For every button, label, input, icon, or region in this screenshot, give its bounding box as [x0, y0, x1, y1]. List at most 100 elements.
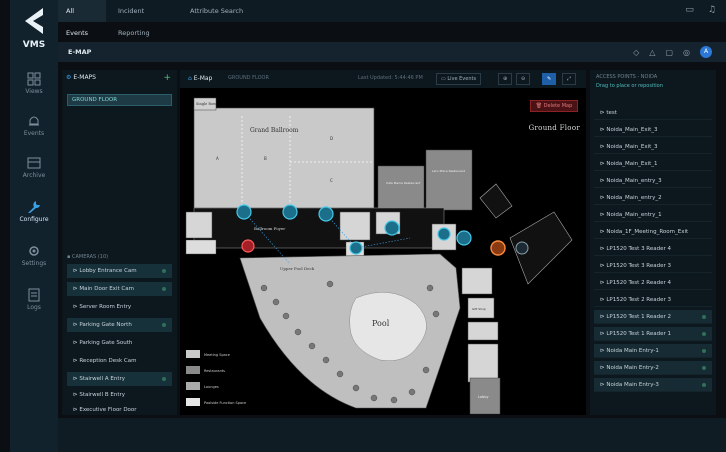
floor-item-ground[interactable]: GROUND FLOOR: [67, 94, 172, 106]
room-upper-pool: Upper Pool Deck: [280, 266, 315, 271]
camera-marker[interactable]: [437, 227, 451, 241]
camera-marker[interactable]: [318, 206, 334, 222]
camera-item[interactable]: ⊳ Server Room Entry: [67, 300, 172, 314]
room-a: A: [216, 156, 219, 161]
edit-icon[interactable]: ✎: [542, 73, 557, 85]
room-grand-ballroom: Grand Ballroom: [250, 127, 299, 134]
camera-item[interactable]: ⊳ Parking Gate North: [67, 318, 172, 332]
access-point-item[interactable]: ⊳ Noida_Main_entry_2: [594, 191, 712, 205]
access-point-item[interactable]: ⊳ LP1520 Test 1 Reader 1: [594, 327, 712, 341]
access-point-item[interactable]: ⊳ test: [594, 106, 712, 120]
legend-meeting: Meeting Space: [204, 353, 230, 357]
map-icon: ⌂: [188, 75, 192, 82]
room-c: C: [330, 178, 333, 183]
chat-icon[interactable]: ▢: [665, 48, 673, 57]
camera-icon: ▪: [67, 254, 71, 260]
rail-label-events: Events: [23, 130, 45, 137]
map-title: ⌂ E-Map: [188, 75, 212, 82]
access-points-hint: Drag to place or reposition: [596, 83, 663, 89]
camera-marker-warning[interactable]: [490, 240, 506, 256]
emaps-title: E-MAPS: [73, 74, 96, 81]
access-point-item[interactable]: ⊳ LP1520 Test 3 Reader 4: [594, 242, 712, 256]
access-point-item[interactable]: ⊳ Noida_1F_Meeting_Room_Exit: [594, 225, 712, 239]
access-point-item[interactable]: ⊳ Noida_Main_entry_3: [594, 174, 712, 188]
camera-item[interactable]: ⊳ Stairwell B Entry: [67, 388, 172, 402]
delete-map-button[interactable]: 🗑 Delete Map: [530, 100, 578, 112]
page-title: E-MAP: [68, 48, 92, 56]
camera-label: Main Door Exit Cam: [79, 286, 134, 292]
status-dot: [162, 287, 166, 291]
zoom-out-icon[interactable]: ⊖: [516, 73, 531, 85]
rail-label-archive: Archive: [22, 172, 46, 179]
access-point-item[interactable]: ⊳ LP1520 Test 1 Reader 2: [594, 310, 712, 324]
rail-item-events[interactable]: Events: [10, 110, 58, 150]
access-points-panel: ACCESS POINTS - NOIDA Drag to place or r…: [590, 70, 716, 415]
fullscreen-icon[interactable]: ⤢: [562, 73, 577, 85]
access-point-item[interactable]: ⊳ LP1520 Test 2 Reader 3: [594, 293, 712, 307]
access-point-item[interactable]: ⊳ Noida_Main_Exit_1: [594, 157, 712, 171]
status-dot: [162, 323, 166, 327]
access-point-item[interactable]: ⊳ LP1520 Test 2 Reader 4: [594, 276, 712, 290]
emap-canvas: ⌂ E-Map GROUND FLOOR Last Updated: 5:44:…: [180, 70, 586, 415]
camera-item[interactable]: ⊳ Parking Gate South: [67, 336, 172, 350]
access-point-item[interactable]: ⊳ Noida_Main_entry_1: [594, 208, 712, 222]
camera-item[interactable]: ⊳ Reception Desk Cam: [67, 354, 172, 368]
add-map-icon[interactable]: +: [163, 73, 171, 83]
access-point-label: Noida_Main_Exit_3: [606, 144, 658, 150]
camera-item[interactable]: ⊳ Main Door Exit Cam: [67, 282, 172, 296]
room-lasi: Lai's Place Restaurant: [432, 169, 466, 173]
camera-marker[interactable]: [456, 230, 472, 246]
notification-icon[interactable]: △: [649, 48, 655, 57]
access-point-item[interactable]: ⊳ Noida Main Entry-3: [594, 378, 712, 392]
cameras-title: CAMERAS (10): [71, 254, 109, 260]
emaps-header: ⚙ E-MAPS +: [66, 73, 173, 88]
access-point-item[interactable]: ⊳ Noida_Main_Exit_3: [594, 140, 712, 154]
avatar[interactable]: A: [700, 46, 712, 58]
camera-item[interactable]: ⊳ Stairwell A Entry: [67, 372, 172, 386]
camera-marker-alert[interactable]: [241, 239, 255, 253]
camera-marker[interactable]: [349, 241, 363, 255]
camera-item[interactable]: ⊳ Executive Floor Door: [67, 403, 172, 417]
tab-all-events[interactable]: All Events: [58, 0, 106, 37]
rail-item-archive[interactable]: Archive: [10, 152, 58, 192]
location-icon[interactable]: ◇: [633, 48, 639, 57]
access-point-item[interactable]: ⊳ Noida Main Entry-2: [594, 361, 712, 375]
camera-marker[interactable]: [282, 204, 298, 220]
access-point-label: Noida_Main_entry_1: [606, 212, 662, 218]
rail-item-settings[interactable]: Settings: [10, 240, 58, 280]
access-point-item[interactable]: ⊳ Noida_Main_Exit_3: [594, 123, 712, 137]
room-gift: Gift Shop: [472, 307, 486, 311]
rail-label-configure: Configure: [19, 216, 49, 223]
live-events-button[interactable]: ▭ Live Events: [436, 73, 482, 85]
status-dot: [702, 349, 706, 353]
camera-marker[interactable]: [236, 204, 252, 220]
rail-item-views[interactable]: Views: [10, 68, 58, 108]
left-navigation-rail: VMS Views Events Archive Configure Setti…: [10, 0, 58, 452]
access-point-item[interactable]: ⊳ Noida Main Entry-1: [594, 344, 712, 358]
camera-label: Stairwell B Entry: [79, 392, 126, 398]
gear-icon: [29, 246, 39, 256]
camera-marker[interactable]: [384, 220, 400, 236]
rail-item-configure[interactable]: Configure: [10, 196, 58, 236]
bottom-strip: [58, 418, 726, 452]
tab-incident-reporting[interactable]: Incident Reporting: [110, 0, 178, 37]
floor-label: Ground Floor: [528, 124, 580, 132]
room-cafe: Cafe Mama Restaurant: [386, 181, 421, 185]
legend-restaurants: Restaurants: [204, 369, 225, 373]
tab-attribute-search[interactable]: Attribute Search: [182, 0, 254, 22]
access-point-label: Noida Main Entry-1: [606, 348, 659, 354]
monitor-icon[interactable]: ▭: [685, 5, 694, 15]
last-updated: Last Updated: 5:44:46 PM: [358, 75, 423, 81]
camera-label: Parking Gate South: [79, 340, 133, 346]
bell-icon[interactable]: ♫: [708, 5, 716, 15]
room-lobby: Lobby: [478, 395, 489, 399]
status-dot: [702, 366, 706, 370]
access-points-title: ACCESS POINTS - NOIDA: [596, 74, 658, 80]
camera-marker-offline[interactable]: [515, 241, 529, 255]
help-icon[interactable]: ◎: [683, 48, 690, 57]
status-dot: [702, 332, 706, 336]
zoom-in-icon[interactable]: ⊕: [498, 73, 513, 85]
rail-item-logs[interactable]: Logs: [10, 284, 58, 324]
camera-item[interactable]: ⊳ Lobby Entrance Cam: [67, 264, 172, 278]
access-point-item[interactable]: ⊳ LP1520 Test 3 Reader 3: [594, 259, 712, 273]
